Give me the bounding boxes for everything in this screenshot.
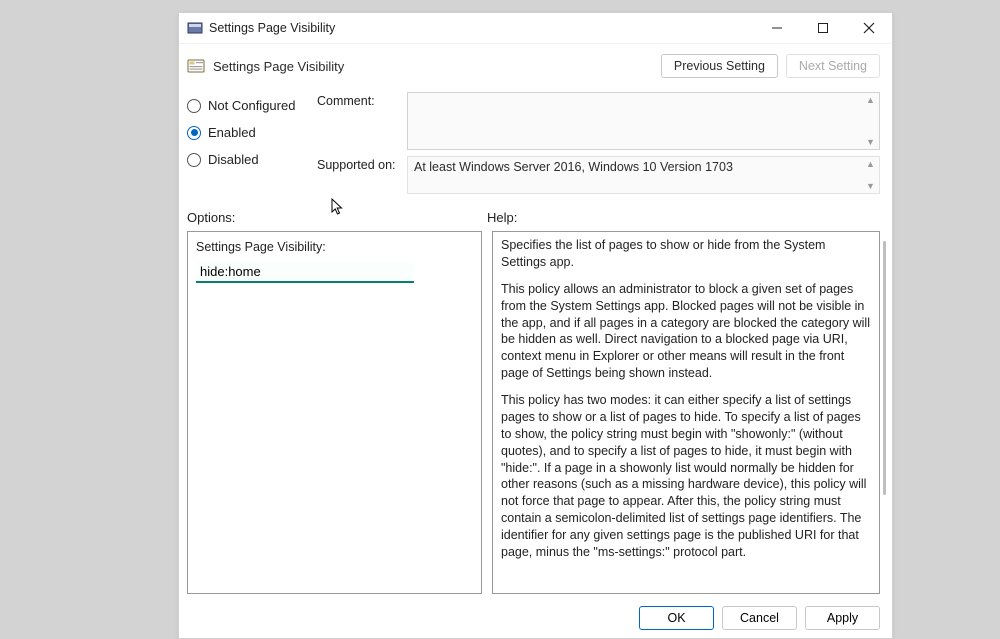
help-pane[interactable]: Specifies the list of pages to show or h… bbox=[492, 231, 880, 594]
policy-icon bbox=[187, 57, 205, 75]
supported-on-value: At least Windows Server 2016, Windows 10… bbox=[414, 160, 733, 174]
next-setting-button: Next Setting bbox=[786, 54, 880, 78]
help-wrap: Specifies the list of pages to show or h… bbox=[492, 231, 880, 594]
minimize-button[interactable] bbox=[754, 13, 800, 43]
comment-scroll[interactable]: ▲▼ bbox=[864, 95, 877, 147]
radio-label: Disabled bbox=[208, 152, 259, 167]
radio-icon bbox=[187, 126, 201, 140]
option-field-label: Settings Page Visibility: bbox=[196, 240, 473, 254]
section-labels: Options: Help: bbox=[179, 194, 892, 229]
help-heading: Help: bbox=[487, 210, 880, 225]
radio-enabled[interactable]: Enabled bbox=[187, 125, 317, 140]
config-area: Not Configured Enabled Disabled Comment:… bbox=[179, 84, 892, 194]
help-paragraph: This policy has two modes: it can either… bbox=[501, 392, 871, 561]
maximize-button[interactable] bbox=[800, 13, 846, 43]
dialog-window: Settings Page Visibility Settings Page V… bbox=[178, 12, 893, 639]
header-row: Settings Page Visibility Previous Settin… bbox=[179, 44, 892, 84]
radio-icon bbox=[187, 99, 201, 113]
supported-on-box: At least Windows Server 2016, Windows 10… bbox=[407, 156, 880, 194]
radio-label: Not Configured bbox=[208, 98, 295, 113]
cursor-icon bbox=[331, 198, 345, 218]
window-title: Settings Page Visibility bbox=[209, 21, 754, 35]
window-controls bbox=[754, 13, 892, 43]
close-button[interactable] bbox=[846, 13, 892, 43]
panes: Settings Page Visibility: Specifies the … bbox=[179, 229, 892, 598]
help-scrollbar[interactable] bbox=[883, 241, 886, 495]
radio-disabled[interactable]: Disabled bbox=[187, 152, 317, 167]
help-paragraph: Specifies the list of pages to show or h… bbox=[501, 237, 871, 271]
radio-not-configured[interactable]: Not Configured bbox=[187, 98, 317, 113]
comment-textarea[interactable]: ▲▼ bbox=[407, 92, 880, 150]
ok-button[interactable]: OK bbox=[639, 606, 714, 630]
comment-label: Comment: bbox=[317, 92, 407, 108]
fields-column: Comment: ▲▼ Supported on: At least Windo… bbox=[317, 92, 880, 194]
radio-icon bbox=[187, 153, 201, 167]
supported-scroll[interactable]: ▲▼ bbox=[864, 159, 877, 191]
settings-page-visibility-input[interactable] bbox=[196, 262, 414, 283]
options-pane: Settings Page Visibility: bbox=[187, 231, 482, 594]
cancel-button[interactable]: Cancel bbox=[722, 606, 797, 630]
policy-title: Settings Page Visibility bbox=[213, 59, 653, 74]
help-paragraph: This policy allows an administrator to b… bbox=[501, 281, 871, 382]
previous-setting-button[interactable]: Previous Setting bbox=[661, 54, 778, 78]
app-icon bbox=[187, 20, 203, 36]
state-radio-group: Not Configured Enabled Disabled bbox=[187, 92, 317, 194]
supported-on-label: Supported on: bbox=[317, 156, 407, 172]
dialog-buttons: OK Cancel Apply bbox=[179, 598, 892, 638]
title-bar: Settings Page Visibility bbox=[179, 13, 892, 44]
radio-label: Enabled bbox=[208, 125, 256, 140]
apply-button[interactable]: Apply bbox=[805, 606, 880, 630]
